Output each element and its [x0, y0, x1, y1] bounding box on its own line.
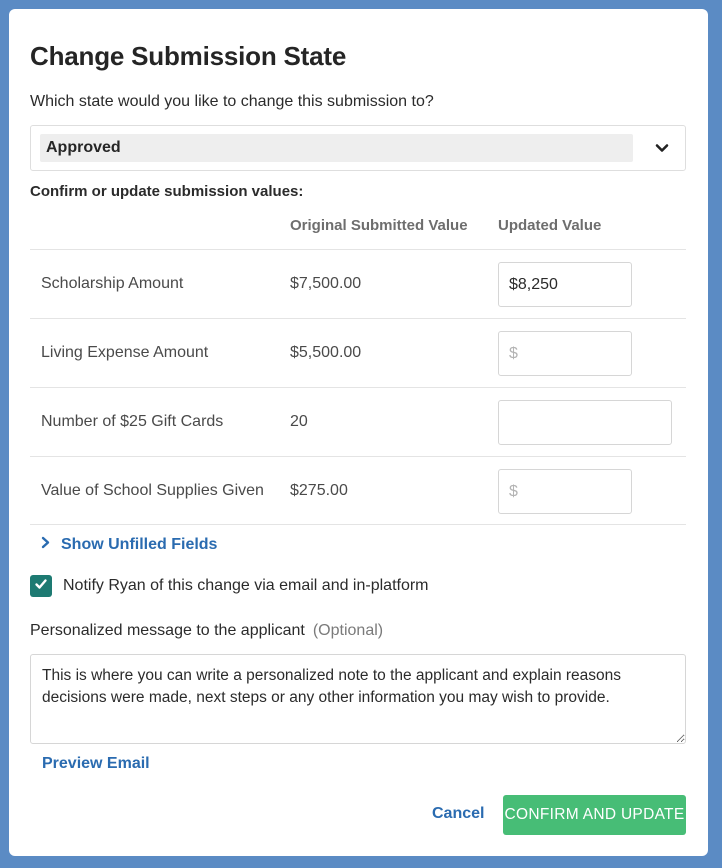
original-value: 20: [290, 413, 308, 430]
table-row: Scholarship Amount $7,500.00: [30, 249, 686, 318]
state-select[interactable]: Approved: [30, 125, 686, 171]
field-label: Value of School Supplies Given: [41, 482, 264, 499]
field-label: Number of $25 Gift Cards: [41, 413, 224, 430]
preview-email-link[interactable]: Preview Email: [42, 755, 150, 773]
state-select-value: Approved: [40, 134, 633, 162]
chevron-down-icon: [653, 139, 671, 157]
original-value: $7,500.00: [290, 275, 362, 292]
dialog-title: Change Submission State: [30, 41, 347, 71]
chevron-right-icon: [40, 536, 51, 554]
field-label: Living Expense Amount: [41, 344, 209, 361]
notify-label: Notify Ryan of this change via email and…: [63, 577, 429, 594]
cancel-button[interactable]: Cancel: [432, 805, 484, 823]
scholarship-amount-input[interactable]: [498, 262, 632, 307]
gift-cards-input[interactable]: [498, 400, 672, 445]
notify-option: Notify Ryan of this change via email and…: [30, 575, 429, 597]
table-row: Value of School Supplies Given $275.00: [30, 456, 686, 525]
field-label: Scholarship Amount: [41, 275, 184, 292]
show-unfilled-toggle[interactable]: Show Unfilled Fields: [40, 536, 217, 554]
message-label: Personalized message to the applicant (Op…: [30, 622, 383, 640]
living-expense-input[interactable]: [498, 331, 632, 376]
confirm-values-label: Confirm or update submission values:: [30, 183, 304, 200]
header-original-value: Original Submitted Value: [290, 217, 468, 234]
personalized-message-textarea[interactable]: This is where you can write a personaliz…: [30, 654, 686, 744]
show-unfilled-label: Show Unfilled Fields: [61, 536, 218, 553]
table-row: Living Expense Amount $5,500.00: [30, 318, 686, 387]
change-state-dialog: Change Submission State Which state woul…: [9, 9, 708, 856]
school-supplies-input[interactable]: [498, 469, 632, 514]
header-updated-value: Updated Value: [498, 217, 602, 234]
state-question: Which state would you like to change thi…: [30, 93, 434, 110]
original-value: $275.00: [290, 482, 348, 499]
message-label-text: Personalized message to the applicant: [30, 622, 305, 639]
notify-checkbox[interactable]: [30, 575, 52, 597]
original-value: $5,500.00: [290, 344, 362, 361]
optional-hint: (Optional): [312, 622, 384, 639]
check-icon: [33, 576, 49, 597]
table-row: Number of $25 Gift Cards 20: [30, 387, 686, 456]
confirm-update-button[interactable]: CONFIRM AND UPDATE: [503, 795, 686, 835]
